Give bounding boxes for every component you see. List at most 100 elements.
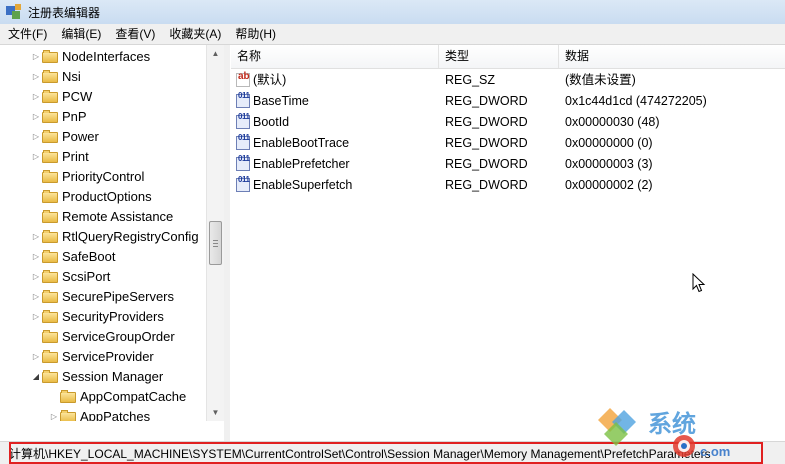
value-row[interactable]: ab (默认) REG_SZ (数值未设置) bbox=[231, 70, 785, 91]
registry-tree[interactable]: ▷ NodeInterfaces ▷ Nsi ▷ PCW ▷ PnP ▷ Power ▷ Print P… bbox=[8, 45, 206, 421]
tree-item[interactable]: ServiceGroupOrder bbox=[30, 326, 175, 346]
tree-scrollbar[interactable]: ▲ ▼ bbox=[206, 45, 224, 421]
tree-item[interactable]: ▷ PnP bbox=[30, 106, 87, 126]
tree-item-label: AppPatches bbox=[80, 408, 151, 422]
expand-arrow-icon[interactable]: ▷ bbox=[30, 66, 42, 86]
tree-item[interactable]: ▷ NodeInterfaces bbox=[30, 46, 150, 66]
expand-arrow-icon[interactable]: ▷ bbox=[30, 346, 42, 366]
value-name: EnableSuperfetch bbox=[253, 178, 353, 192]
expand-arrow-icon[interactable]: ▷ bbox=[30, 106, 42, 126]
folder-icon bbox=[42, 69, 58, 83]
value-type: REG_DWORD bbox=[445, 136, 528, 150]
folder-icon bbox=[42, 369, 58, 383]
expand-arrow-icon[interactable]: ▷ bbox=[30, 266, 42, 286]
tree-item[interactable]: PriorityControl bbox=[30, 166, 144, 186]
tree-item-label: AppCompatCache bbox=[80, 388, 187, 404]
expand-arrow-icon[interactable]: ▷ bbox=[30, 146, 42, 166]
watermark-logo-icon: 系统 c.om bbox=[598, 408, 730, 459]
scroll-down-arrow-icon[interactable]: ▼ bbox=[207, 404, 224, 421]
regedit-app-icon bbox=[6, 4, 22, 20]
tree-item-label: PCW bbox=[62, 88, 93, 104]
column-header-data[interactable]: 数据 bbox=[559, 45, 785, 68]
pane-splitter[interactable] bbox=[224, 45, 230, 441]
folder-icon bbox=[42, 249, 58, 263]
binary-value-icon: 011 bbox=[236, 175, 250, 192]
value-name: EnableBootTrace bbox=[253, 136, 350, 150]
folder-icon bbox=[42, 349, 58, 363]
value-row[interactable]: 011 BootId REG_DWORD 0x00000030 (48) bbox=[231, 112, 785, 133]
value-data: 0x00000002 (2) bbox=[565, 178, 653, 192]
folder-icon bbox=[42, 289, 58, 303]
folder-icon bbox=[42, 269, 58, 283]
folder-icon bbox=[42, 329, 58, 343]
tree-item-label: SecurePipeServers bbox=[62, 288, 174, 304]
binary-value-icon: 011 bbox=[236, 112, 250, 129]
value-row[interactable]: 011 EnablePrefetcher REG_DWORD 0x00000003 (… bbox=[231, 154, 785, 175]
string-value-icon: ab bbox=[236, 71, 250, 87]
tree-item-label: Print bbox=[62, 148, 89, 164]
tree-item[interactable]: AppCompatCache bbox=[48, 386, 186, 406]
scroll-up-arrow-icon[interactable]: ▲ bbox=[207, 45, 224, 62]
mouse-cursor-icon bbox=[692, 273, 706, 293]
tree-item[interactable]: ▷ SecurePipeServers bbox=[30, 286, 174, 306]
value-row[interactable]: 011 EnableSuperfetch REG_DWORD 0x00000002 (… bbox=[231, 175, 785, 196]
menu-favorites[interactable]: 收藏夹(A) bbox=[163, 24, 227, 44]
folder-icon bbox=[42, 189, 58, 203]
collapse-arrow-icon[interactable]: ◢ bbox=[30, 366, 42, 386]
tree-item[interactable]: ▷ ServiceProvider bbox=[30, 346, 154, 366]
tree-item-label: Session Manager bbox=[62, 368, 164, 384]
tree-item[interactable]: ▷ SafeBoot bbox=[30, 246, 116, 266]
value-row[interactable]: 011 BaseTime REG_DWORD 0x1c44d1cd (47427220… bbox=[231, 91, 785, 112]
column-header-type[interactable]: 类型 bbox=[439, 45, 559, 68]
scrollbar-thumb[interactable] bbox=[209, 221, 222, 265]
tree-item-label: Nsi bbox=[62, 68, 81, 84]
value-type: REG_DWORD bbox=[445, 157, 528, 171]
list-header: 名称 类型 数据 bbox=[231, 45, 785, 69]
folder-icon bbox=[42, 149, 58, 163]
tree-item[interactable]: Remote Assistance bbox=[30, 206, 173, 226]
menu-edit[interactable]: 编辑(E) bbox=[55, 24, 107, 44]
binary-value-icon: 011 bbox=[236, 154, 250, 171]
folder-icon bbox=[60, 409, 76, 421]
tree-item[interactable]: ▷ RtlQueryRegistryConfig bbox=[30, 226, 199, 246]
tree-item[interactable]: ▷ PCW bbox=[30, 86, 92, 106]
value-data: 0x00000003 (3) bbox=[565, 157, 653, 171]
expand-arrow-icon[interactable]: ▷ bbox=[30, 306, 42, 326]
expand-arrow-icon[interactable]: ▷ bbox=[30, 226, 42, 246]
value-data: 0x00000000 (0) bbox=[565, 136, 653, 150]
menu-view[interactable]: 查看(V) bbox=[109, 24, 161, 44]
tree-item[interactable]: ◢ Session Manager bbox=[30, 366, 163, 386]
column-header-name[interactable]: 名称 bbox=[231, 45, 439, 68]
svg-text:c.om: c.om bbox=[700, 444, 730, 459]
menu-file[interactable]: 文件(F) bbox=[2, 24, 53, 44]
values-list[interactable]: 名称 类型 数据 ab (默认) REG_SZ (数值未设置) 011 BaseTime R… bbox=[231, 45, 785, 441]
tree-item[interactable]: ▷ Nsi bbox=[30, 66, 81, 86]
folder-icon bbox=[42, 309, 58, 323]
value-type: REG_DWORD bbox=[445, 178, 528, 192]
tree-item[interactable]: ProductOptions bbox=[30, 186, 152, 206]
expand-arrow-icon[interactable]: ▷ bbox=[30, 286, 42, 306]
value-name: BootId bbox=[253, 115, 290, 129]
menu-bar: 文件(F) 编辑(E) 查看(V) 收藏夹(A) 帮助(H) bbox=[0, 24, 785, 45]
tree-item[interactable]: ▷ Print bbox=[30, 146, 89, 166]
tree-item-label: Remote Assistance bbox=[62, 208, 174, 224]
folder-icon bbox=[42, 229, 58, 243]
folder-icon bbox=[42, 169, 58, 183]
binary-value-icon: 011 bbox=[236, 133, 250, 150]
tree-item[interactable]: ▷ Power bbox=[30, 126, 99, 146]
tree-item[interactable]: ▷ AppPatches bbox=[48, 406, 150, 421]
tree-item[interactable]: ▷ SecurityProviders bbox=[30, 306, 164, 326]
expand-arrow-icon[interactable]: ▷ bbox=[30, 46, 42, 66]
expand-arrow-icon[interactable]: ▷ bbox=[30, 246, 42, 266]
expand-arrow-icon[interactable]: ▷ bbox=[30, 86, 42, 106]
value-row[interactable]: 011 EnableBootTrace REG_DWORD 0x00000000 (0… bbox=[231, 133, 785, 154]
folder-icon bbox=[42, 49, 58, 63]
tree-item[interactable]: ▷ ScsiPort bbox=[30, 266, 110, 286]
expand-arrow-icon[interactable]: ▷ bbox=[48, 406, 60, 421]
expand-arrow-icon[interactable]: ▷ bbox=[30, 126, 42, 146]
menu-help[interactable]: 帮助(H) bbox=[229, 24, 282, 44]
